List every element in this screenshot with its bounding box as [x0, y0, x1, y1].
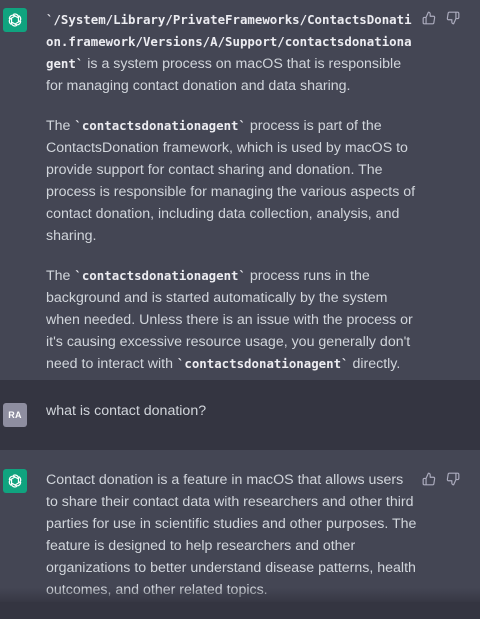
- openai-logo-icon: [3, 469, 27, 493]
- thumbs-down-icon[interactable]: [446, 11, 460, 25]
- thumbs-up-icon[interactable]: [422, 472, 436, 486]
- feedback-buttons: [422, 11, 460, 25]
- paragraph-text: directly.: [348, 356, 401, 372]
- paragraph-text: is a system process on macOS that is res…: [46, 56, 402, 94]
- assistant-message: Contact donation is a feature in macOS t…: [0, 450, 480, 602]
- feedback-buttons: [422, 472, 460, 486]
- assistant-message: `/System/Library/PrivateFrameworks/Conta…: [0, 0, 480, 380]
- thumbs-down-icon[interactable]: [446, 472, 460, 486]
- paragraph-text: process is part of the ContactsDonation …: [46, 118, 416, 244]
- paragraph: The `contactsdonationagent` process runs…: [46, 265, 418, 375]
- openai-logo-icon: [3, 8, 27, 32]
- paragraph: `/System/Library/PrivateFrameworks/Conta…: [46, 9, 418, 97]
- user-message: RA what is contact donation?: [0, 380, 480, 450]
- bottom-fade: [0, 588, 480, 602]
- message-content: `/System/Library/PrivateFrameworks/Conta…: [46, 9, 418, 393]
- user-avatar: RA: [3, 403, 27, 427]
- paragraph: The `contactsdonationagent` process is p…: [46, 115, 418, 247]
- inline-code: `contactsdonationagent`: [74, 268, 246, 283]
- inline-code: `contactsdonationagent`: [74, 118, 246, 133]
- paragraph-text: The: [46, 268, 75, 284]
- thumbs-up-icon[interactable]: [422, 11, 436, 25]
- paragraph: Contact donation is a feature in macOS t…: [46, 472, 417, 598]
- user-message-text: what is contact donation?: [46, 403, 207, 419]
- paragraph-text: The: [46, 118, 75, 134]
- inline-code: `contactsdonationagent`: [176, 356, 349, 371]
